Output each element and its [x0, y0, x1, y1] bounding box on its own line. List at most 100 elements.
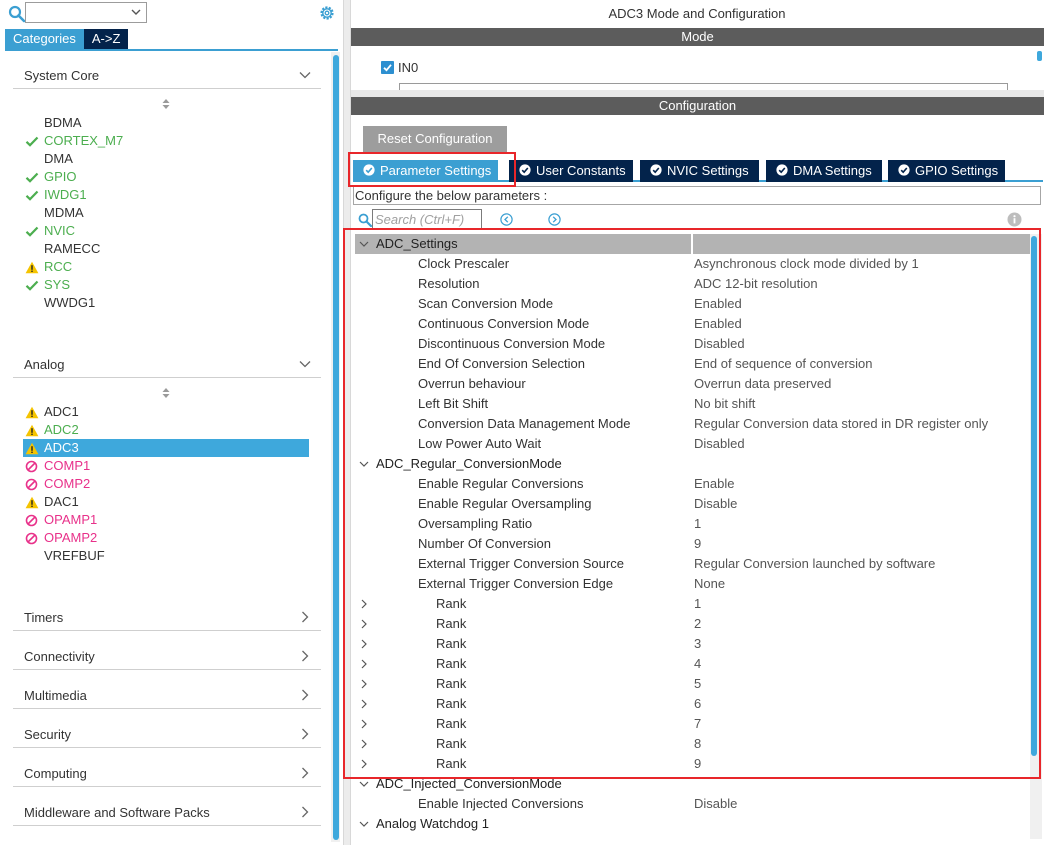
- tree-item-adc2[interactable]: ADC2: [25, 421, 311, 439]
- gear-icon[interactable]: [318, 4, 336, 22]
- tree-item-dma[interactable]: DMA: [25, 150, 311, 168]
- chevron-down-icon: [131, 9, 141, 15]
- tab-label: DMA Settings: [793, 163, 872, 178]
- chevron-right-icon: [302, 650, 309, 662]
- tree-item-adc3[interactable]: ADC3: [23, 439, 309, 457]
- section-label: Computing: [24, 766, 87, 781]
- tree-item-cortex-m7[interactable]: CORTEX_M7: [25, 132, 311, 150]
- disabled-icon: [25, 460, 38, 473]
- check-icon: [25, 280, 39, 291]
- tree-item-opamp1[interactable]: OPAMP1: [25, 511, 311, 529]
- chevron-down-icon[interactable]: [359, 779, 369, 789]
- tree-item-vrefbuf[interactable]: VREFBUF: [25, 547, 311, 565]
- section-label: Security: [24, 727, 71, 742]
- mode-scrollbar-thumb[interactable]: [1037, 51, 1042, 61]
- configuration-header: Configuration: [351, 97, 1044, 115]
- warning-icon: [25, 406, 39, 419]
- tab-a-z[interactable]: A->Z: [83, 29, 129, 49]
- parameter-name: Enable Injected Conversions: [418, 796, 584, 811]
- tree-item-label: BDMA: [44, 115, 82, 130]
- tab-gpio-settings[interactable]: GPIO Settings: [888, 160, 1005, 182]
- chevron-right-icon: [302, 689, 309, 701]
- tab-user-constants[interactable]: User Constants: [509, 160, 633, 182]
- parameter-row[interactable]: Enable Injected Conversions Disable: [355, 794, 1030, 814]
- parameter-value[interactable]: Disable: [694, 794, 737, 814]
- categories-panel: Categories A->Z System Core BDMA CORTEX_M…: [0, 0, 343, 845]
- tab-nvic-settings[interactable]: NVIC Settings: [640, 160, 759, 182]
- warning-icon: [25, 261, 39, 274]
- tab-underline: [5, 49, 338, 51]
- tab-categories[interactable]: Categories: [5, 29, 84, 49]
- info-icon[interactable]: [1007, 212, 1022, 227]
- tree-item-mdma[interactable]: MDMA: [25, 204, 311, 222]
- configuration-panel: ADC3 Mode and Configuration Mode IN0 Con…: [343, 0, 1050, 845]
- tree-item-wwdg1[interactable]: WWDG1: [25, 294, 311, 312]
- section-multimedia[interactable]: Multimedia: [13, 683, 321, 709]
- check-icon: [25, 136, 39, 147]
- section-system-core[interactable]: System Core: [13, 63, 321, 89]
- chevron-right-icon: [302, 806, 309, 818]
- tree-item-ramecc[interactable]: RAMECC: [25, 240, 311, 258]
- tree-item-label: MDMA: [44, 205, 84, 220]
- tree-item-comp1[interactable]: COMP1: [25, 457, 311, 475]
- section-analog[interactable]: Analog: [13, 352, 321, 378]
- group-row[interactable]: Analog Watchdog 1: [355, 814, 1030, 834]
- check-icon: [25, 226, 39, 237]
- chevron-down-icon: [299, 361, 311, 368]
- warning-icon: [25, 442, 39, 455]
- section-timers[interactable]: Timers: [13, 605, 321, 631]
- tree-item-label: VREFBUF: [44, 548, 105, 563]
- left-scrollbar-thumb[interactable]: [333, 55, 339, 840]
- tree-item-label: ADC3: [44, 440, 79, 455]
- tree-item-iwdg1[interactable]: IWDG1: [25, 186, 311, 204]
- search-icon: [358, 213, 372, 227]
- section-middleware[interactable]: Middleware and Software Packs: [13, 800, 321, 826]
- filter-combo[interactable]: [25, 2, 147, 23]
- splitter-horizontal[interactable]: [351, 90, 1044, 97]
- check-circle-icon: [519, 164, 531, 176]
- tree-item-nvic[interactable]: NVIC: [25, 222, 311, 240]
- tab-dma-settings[interactable]: DMA Settings: [766, 160, 882, 182]
- tree-item-opamp2[interactable]: OPAMP2: [25, 529, 311, 547]
- tree-item-bdma[interactable]: BDMA: [25, 114, 311, 132]
- chevron-down-icon: [299, 72, 311, 79]
- tree-item-label: ADC1: [44, 404, 79, 419]
- tree-item-dac1[interactable]: DAC1: [25, 493, 311, 511]
- section-label: Timers: [24, 610, 64, 625]
- tree-item-sys[interactable]: SYS: [25, 276, 311, 294]
- section-computing[interactable]: Computing: [13, 761, 321, 787]
- section-security[interactable]: Security: [13, 722, 321, 748]
- check-circle-icon: [650, 164, 662, 176]
- section-label: Middleware and Software Packs: [24, 805, 210, 820]
- group-label: Analog Watchdog 1: [376, 816, 489, 831]
- tree-item-label: SYS: [44, 277, 71, 292]
- mode-header: Mode: [351, 28, 1044, 46]
- tree-item-gpio[interactable]: GPIO: [25, 168, 311, 186]
- section-connectivity[interactable]: Connectivity: [13, 644, 321, 670]
- sort-icon[interactable]: [161, 386, 171, 400]
- tree-item-comp2[interactable]: COMP2: [25, 475, 311, 493]
- annotation-box-parameters: [343, 228, 1041, 779]
- check-icon: [25, 172, 39, 183]
- tree-item-label: NVIC: [44, 223, 76, 238]
- next-match-icon[interactable]: [548, 213, 561, 226]
- tree-item-adc1[interactable]: ADC1: [25, 403, 311, 421]
- tab-label: GPIO Settings: [915, 163, 999, 178]
- tree-item-rcc[interactable]: RCC: [25, 258, 311, 276]
- reset-configuration-button[interactable]: Reset Configuration: [363, 126, 507, 152]
- tree-item-label: GPIO: [44, 169, 77, 184]
- previous-match-icon[interactable]: [500, 213, 513, 226]
- tree-item-label: COMP2: [44, 476, 91, 491]
- tree-item-label: ADC2: [44, 422, 79, 437]
- check-circle-icon: [898, 164, 910, 176]
- in0-label: IN0: [398, 60, 419, 75]
- section-label: Connectivity: [24, 649, 95, 664]
- in0-checkbox[interactable]: [381, 61, 394, 74]
- search-icon[interactable]: [8, 5, 26, 23]
- chevron-down-icon[interactable]: [359, 819, 369, 829]
- sort-icon[interactable]: [161, 97, 171, 111]
- parameter-search-input[interactable]: [372, 209, 482, 229]
- disabled-icon: [25, 478, 38, 491]
- tree-item-label: COMP1: [44, 458, 91, 473]
- tab-label: User Constants: [536, 163, 626, 178]
